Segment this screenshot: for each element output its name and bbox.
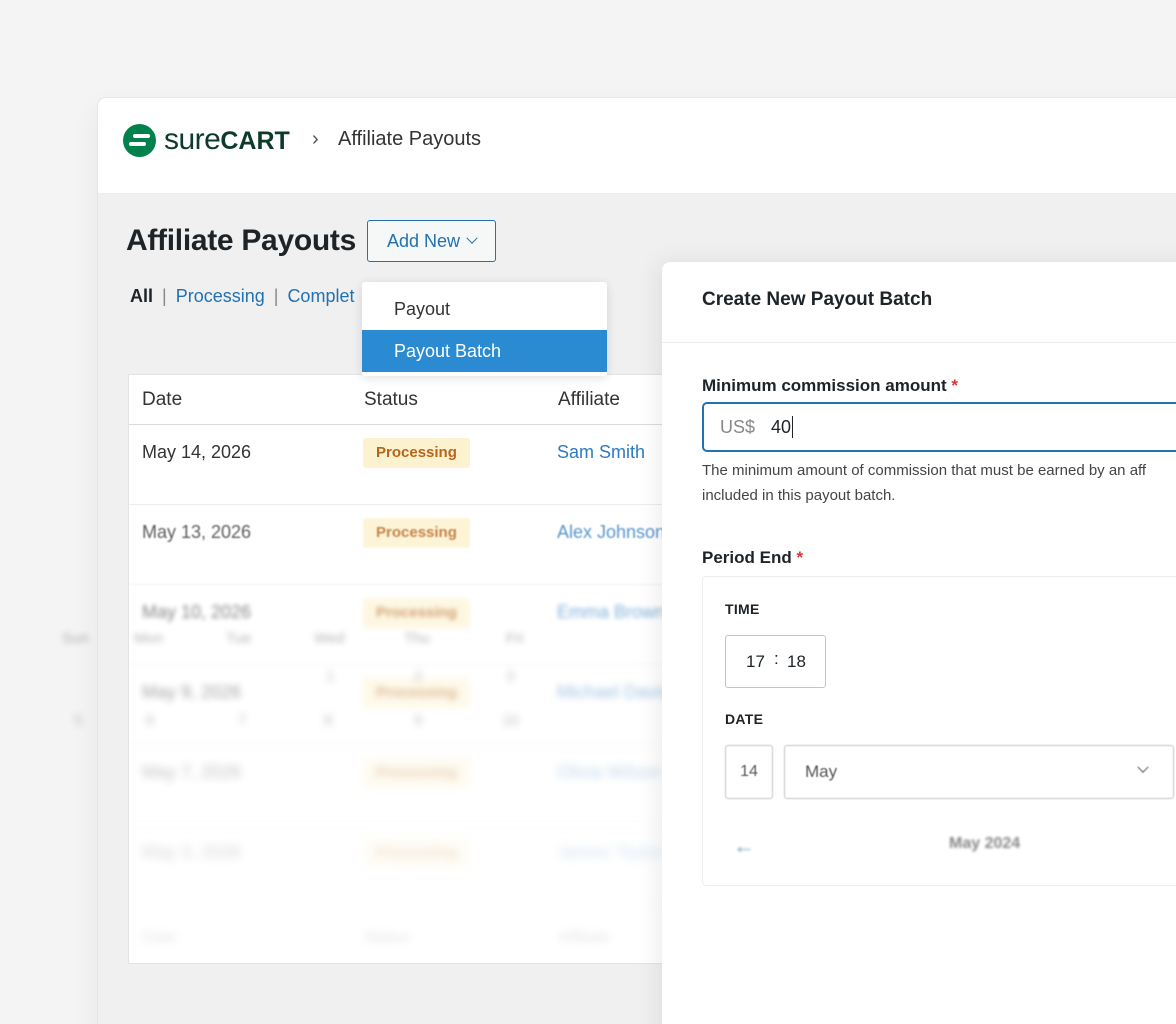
calendar-day[interactable]: 9 <box>414 712 422 729</box>
filter-separator: | <box>273 286 279 306</box>
date-label: DATE <box>725 711 764 727</box>
time-separator: : <box>774 649 779 668</box>
calendar-day[interactable]: 3 <box>506 668 514 685</box>
weekday: Tue <box>226 630 252 647</box>
footer-status: Status <box>364 929 410 946</box>
month-value: May <box>805 762 838 781</box>
table-header: Date Status Affiliate <box>129 375 667 425</box>
add-new-label: Add New <box>386 230 461 251</box>
panel-title: Create New Payout Batch <box>662 262 1176 343</box>
weekday: Fri <box>506 630 524 647</box>
row-date: May 3, 2026 <box>142 842 242 862</box>
text-caret <box>792 416 794 438</box>
chevron-right-icon: › <box>312 128 319 150</box>
currency-prefix: US$ <box>720 416 756 437</box>
affiliate-link[interactable]: Olivia Wilson <box>557 762 661 783</box>
calendar-day[interactable]: 2 <box>414 668 422 685</box>
weekday: Wed <box>314 630 345 647</box>
footer-date: Date <box>142 929 176 946</box>
top-bar: sureCART › Affiliate Payouts <box>98 98 1176 194</box>
time-label: TIME <box>725 601 760 617</box>
status-badge: Processing <box>363 598 470 628</box>
row-date: May 14, 2026 <box>142 442 252 462</box>
row-date: May 13, 2026 <box>142 522 252 542</box>
column-header-status[interactable]: Status <box>364 389 418 411</box>
min-commission-label: Minimum commission amount * <box>702 376 958 395</box>
time-input[interactable]: 17 : 18 <box>725 635 826 688</box>
period-end-label: Period End * <box>702 548 804 567</box>
min-commission-value: 40 <box>771 416 792 437</box>
calendar-day[interactable]: 7 <box>238 712 246 729</box>
min-commission-help: The minimum amount of commission that mu… <box>702 462 1147 504</box>
table-row[interactable]: May 3, 2026 Processing James Taylor <box>129 825 667 905</box>
hour-field[interactable]: 17 <box>746 652 765 672</box>
filter-completed[interactable]: Complet <box>287 286 354 307</box>
page-title: Affiliate Payouts <box>126 224 356 257</box>
surecart-logo-icon <box>123 123 156 157</box>
row-date: May 10, 2026 <box>142 602 252 622</box>
weekday: Mon <box>134 630 164 647</box>
weekday: Thu <box>404 630 430 647</box>
affiliate-link[interactable]: James Taylor <box>557 842 663 863</box>
footer-affiliate: Affiliate <box>558 929 611 946</box>
status-badge: Processing <box>363 758 470 788</box>
required-mark: * <box>796 548 804 567</box>
calendar-day[interactable]: 5 <box>74 712 82 729</box>
table-footer: Date Status Affiliate <box>129 905 667 975</box>
surecart-logo[interactable]: sureCART <box>123 123 290 157</box>
create-payout-batch-panel: Create New Payout Batch Minimum commissi… <box>662 262 1176 1024</box>
calendar-day[interactable]: 10 <box>502 712 519 729</box>
affiliate-link[interactable]: Sam Smith <box>557 442 645 463</box>
breadcrumb-current: Affiliate Payouts <box>338 128 482 150</box>
filter-processing[interactable]: Processing <box>176 286 265 307</box>
column-header-date[interactable]: Date <box>142 389 182 411</box>
menu-item-payout-batch[interactable]: Payout Batch <box>362 330 607 372</box>
period-end-picker: TIME 17 : 18 DATE 14 May ← May 2024 <box>702 576 1176 886</box>
day-input[interactable]: 14 <box>725 745 773 799</box>
calendar-day[interactable]: 1 <box>326 668 334 685</box>
table-row[interactable]: May 14, 2026 Processing Sam Smith <box>129 425 667 505</box>
affiliate-link[interactable]: Emma Brown <box>557 602 665 623</box>
affiliate-link[interactable]: Alex Johnson <box>557 522 665 543</box>
filter-all[interactable]: All <box>130 286 153 307</box>
filter-separator: | <box>162 286 167 306</box>
calendar-header: ← May 2024 <box>733 829 1176 859</box>
calendar-title: May 2024 <box>949 835 1021 852</box>
add-new-button[interactable]: Add New <box>367 220 496 262</box>
status-badge: Processing <box>363 838 470 868</box>
chevron-down-icon <box>466 232 478 244</box>
prev-month-icon[interactable]: ← <box>733 833 755 859</box>
status-filters: All | Processing | Complet <box>130 286 354 307</box>
chevron-down-icon <box>1137 761 1149 773</box>
affiliate-link[interactable]: Michael Davis <box>557 682 669 703</box>
table-row[interactable]: May 13, 2026 Processing Alex Johnson <box>129 505 667 585</box>
status-badge: Processing <box>363 438 470 468</box>
calendar-days: 1 2 3 5 6 7 8 9 10 <box>62 668 562 758</box>
logo-wordmark: sureCART <box>164 123 290 156</box>
month-select[interactable]: May <box>784 745 1174 799</box>
add-new-dropdown: Payout Payout Batch <box>362 282 607 376</box>
column-header-affiliate[interactable]: Affiliate <box>558 389 620 411</box>
required-mark: * <box>951 376 958 395</box>
menu-item-payout[interactable]: Payout <box>362 288 607 330</box>
weekday: Sun <box>62 630 89 647</box>
status-badge: Processing <box>363 518 470 548</box>
minute-field[interactable]: 18 <box>787 652 806 672</box>
row-date: May 7, 2026 <box>142 762 242 782</box>
calendar-day[interactable]: 8 <box>324 712 332 729</box>
calendar-day[interactable]: 6 <box>146 712 154 729</box>
calendar-weekdays: Sun Mon Tue Wed Thu Fri <box>62 630 562 660</box>
min-commission-input[interactable]: US$ 40 <box>702 402 1176 452</box>
